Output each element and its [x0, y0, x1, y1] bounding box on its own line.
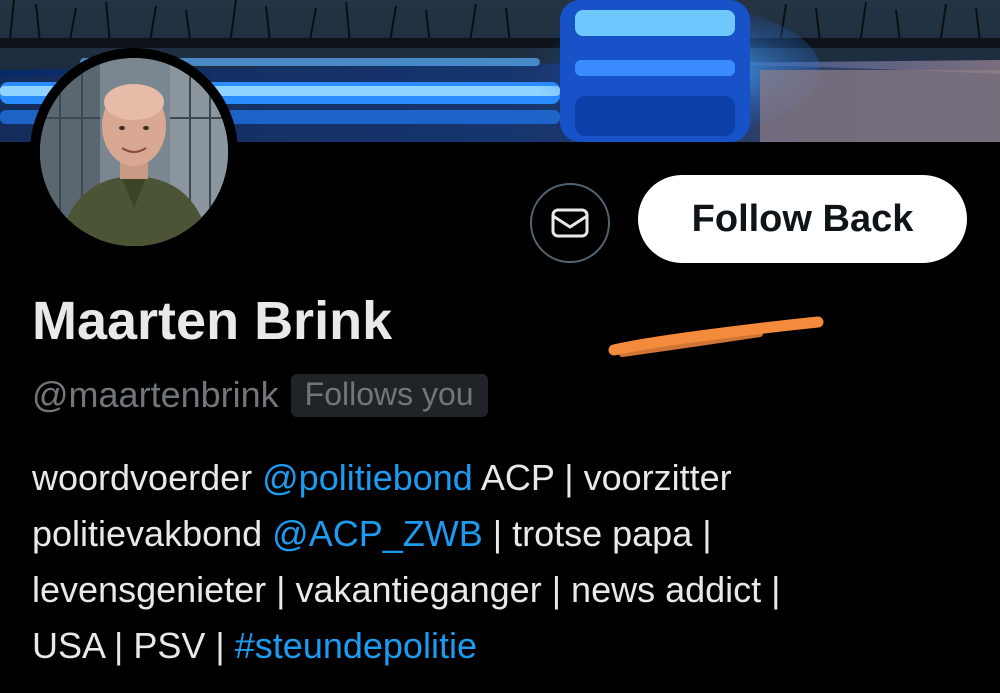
- bio-text: woordvoerder: [32, 457, 263, 498]
- follow-back-button[interactable]: Follow Back: [638, 175, 967, 263]
- bio-line: politievakbond @ACP_ZWB | trotse papa |: [32, 506, 982, 562]
- bio-text: | trotse papa |: [482, 513, 712, 554]
- profile-bio: woordvoerder @politiebond ACP | voorzitt…: [32, 450, 982, 674]
- bio-line: woordvoerder @politiebond ACP | voorzitt…: [32, 450, 982, 506]
- bio-text: levensgenieter | vakantieganger | news a…: [32, 569, 781, 610]
- bio-text: politievakbond: [32, 513, 273, 554]
- follow-back-label: Follow Back: [691, 197, 914, 240]
- envelope-icon: [551, 208, 589, 238]
- hashtag-link[interactable]: #steundepolitie: [235, 625, 477, 666]
- bio-text: ACP | voorzitter: [472, 457, 732, 498]
- mention-link[interactable]: @politiebond: [262, 457, 473, 498]
- message-button[interactable]: [530, 183, 610, 263]
- mention-link[interactable]: @ACP_ZWB: [272, 513, 483, 554]
- user-handle: @maartenbrink: [32, 374, 279, 415]
- avatar[interactable]: [40, 58, 228, 246]
- display-name: Maarten Brink: [32, 291, 393, 351]
- handle-row: @maartenbrink Follows you: [32, 370, 488, 420]
- bio-line: USA | PSV | #steundepolitie: [32, 618, 982, 674]
- bio-line: levensgenieter | vakantieganger | news a…: [32, 562, 982, 618]
- follows-you-badge: Follows you: [290, 373, 488, 417]
- avatar-photo: [40, 58, 228, 246]
- bio-text: USA | PSV |: [32, 625, 235, 666]
